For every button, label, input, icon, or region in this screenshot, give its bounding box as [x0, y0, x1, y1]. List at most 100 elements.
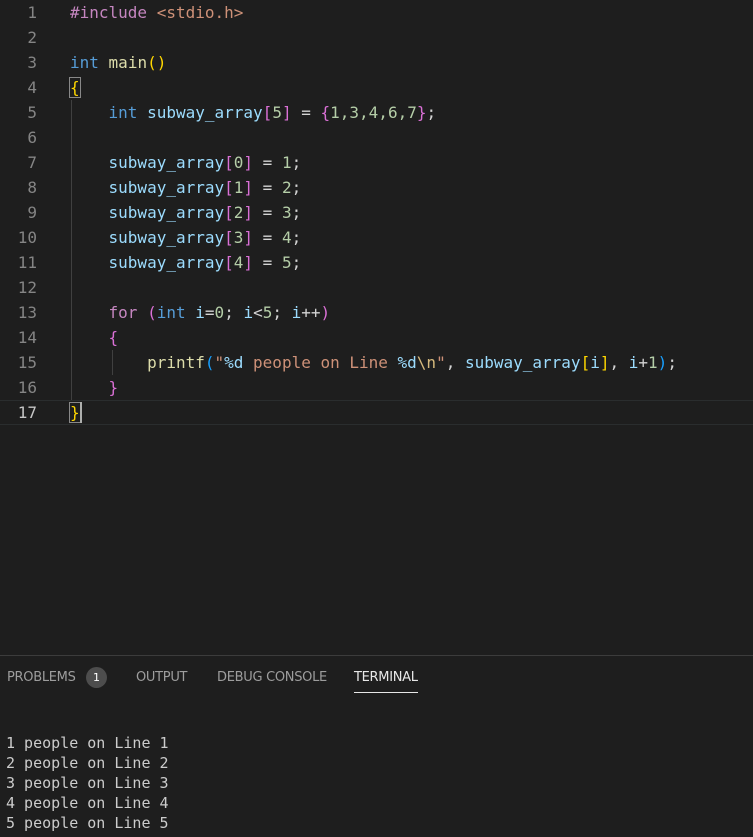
line-number: 7 [27, 153, 37, 172]
bracket: { [108, 328, 119, 347]
code-text[interactable]: for (int i=0; i<5; i++) [70, 300, 331, 325]
code-line[interactable]: 8 subway_array[1] = 2; [0, 175, 753, 200]
semicolon: ; [291, 253, 302, 272]
code-text[interactable]: int main() [70, 50, 166, 75]
tab-terminal[interactable]: TERMINAL [354, 669, 418, 693]
code-text[interactable]: subway_array[0] = 1; [70, 150, 302, 175]
string: " [214, 353, 225, 372]
problems-count-badge: 1 [86, 667, 107, 688]
operator: = [253, 253, 282, 272]
number: 2 [233, 203, 244, 222]
bracket: [ [224, 203, 234, 222]
bracket: ] [243, 228, 254, 247]
line-number: 14 [17, 328, 37, 347]
line-number: 10 [17, 228, 37, 247]
bracket: ( [147, 303, 157, 322]
line-number: 1 [27, 3, 37, 22]
variable: subway_array [147, 103, 263, 122]
code-line[interactable]: 2 [0, 25, 753, 50]
number: 3 [281, 203, 292, 222]
line-number: 13 [17, 303, 37, 322]
code-text[interactable]: } [70, 375, 119, 400]
line-number: 5 [27, 103, 37, 122]
code-text[interactable]: subway_array[3] = 4; [70, 225, 302, 250]
number: 0 [214, 303, 225, 322]
code-line[interactable]: 7 subway_array[0] = 1; [0, 150, 753, 175]
variable: i [243, 303, 254, 322]
code-text[interactable]: int subway_array[5] = {1,3,4,6,7}; [70, 100, 437, 125]
code-text[interactable]: printf("%d people on Line %d\n", subway_… [70, 350, 677, 375]
include-header: <stdio.h> [156, 3, 244, 22]
code-line[interactable]: 15 printf("%d people on Line %d\n", subw… [0, 350, 753, 375]
tab-output[interactable]: OUTPUT [136, 669, 187, 687]
bracket: ] [243, 153, 254, 172]
operator: = [204, 303, 215, 322]
code-text[interactable]: subway_array[4] = 5; [70, 250, 302, 275]
code-line[interactable]: 9 subway_array[2] = 3; [0, 200, 753, 225]
separator: , [445, 353, 465, 372]
line-number: 4 [27, 78, 37, 97]
variable: subway_array [108, 228, 225, 247]
code-line[interactable]: 3 int main() [0, 50, 753, 75]
number: 4 [281, 228, 292, 247]
code-line[interactable]: 1 #include <stdio.h> [0, 0, 753, 25]
bracket: } [69, 402, 81, 423]
tab-debug-console[interactable]: DEBUG CONSOLE [217, 669, 327, 687]
for-keyword: for [108, 303, 138, 322]
code-line[interactable]: 6 [0, 125, 753, 150]
bracket: [ [262, 103, 273, 122]
bracket: ) [320, 303, 331, 322]
number: 1 [233, 178, 244, 197]
line-number: 12 [17, 278, 37, 297]
bracket: [ [224, 178, 234, 197]
code-editor[interactable]: 1 #include <stdio.h> 2 3 int main() 4 { … [0, 0, 753, 655]
variable: subway_array [108, 253, 225, 272]
semicolon: ; [426, 103, 437, 122]
variable: i [291, 303, 302, 322]
format-specifier: %d [224, 353, 244, 372]
code-text[interactable]: { [70, 325, 119, 350]
semicolon: ; [291, 153, 302, 172]
operator: = [253, 178, 282, 197]
function-name: printf [147, 353, 205, 372]
include-directive: #include [70, 3, 148, 22]
tab-problems[interactable]: PROBLEMS [7, 669, 76, 687]
operator: + [638, 353, 649, 372]
function-name: main [108, 53, 148, 72]
code-text[interactable]: #include <stdio.h> [70, 0, 243, 25]
code-line[interactable]: 4 { [0, 75, 753, 100]
number: 5 [281, 253, 292, 272]
number: 5 [272, 103, 282, 122]
variable: i [195, 303, 205, 322]
code-line-current[interactable]: 17 } [0, 400, 753, 425]
keyword: int [70, 53, 99, 72]
code-line[interactable]: 11 subway_array[4] = 5; [0, 250, 753, 275]
code-line[interactable]: 16 } [0, 375, 753, 400]
bracket: ] [243, 178, 254, 197]
bracket: [ [224, 253, 234, 272]
bottom-panel: PROBLEMS 1 OUTPUT DEBUG CONSOLE TERMINAL… [0, 655, 753, 837]
operator: ++ [301, 303, 321, 322]
terminal-line: 3 people on Line 3 [6, 774, 169, 792]
terminal-line: 2 people on Line 2 [6, 754, 169, 772]
operator: = [253, 153, 282, 172]
separator: ; [224, 303, 244, 322]
code-line[interactable]: 12 [0, 275, 753, 300]
variable: subway_array [108, 203, 225, 222]
code-line[interactable]: 10 subway_array[3] = 4; [0, 225, 753, 250]
bracket: [ [224, 228, 234, 247]
code-text[interactable]: subway_array[2] = 3; [70, 200, 302, 225]
code-line[interactable]: 5 int subway_array[5] = {1,3,4,6,7}; [0, 100, 753, 125]
code-line[interactable]: 14 { [0, 325, 753, 350]
code-text[interactable]: } [69, 400, 81, 425]
code-text[interactable]: subway_array[1] = 2; [70, 175, 302, 200]
escape-sequence: \n [416, 353, 437, 372]
number: 2 [281, 178, 292, 197]
number: 3 [233, 228, 244, 247]
bracket: () [147, 53, 167, 72]
variable: subway_array [464, 353, 581, 372]
separator: , [609, 353, 629, 372]
code-line[interactable]: 13 for (int i=0; i<5; i++) [0, 300, 753, 325]
terminal-line: 5 people on Line 5 [6, 814, 169, 832]
code-text[interactable]: { [69, 75, 81, 100]
